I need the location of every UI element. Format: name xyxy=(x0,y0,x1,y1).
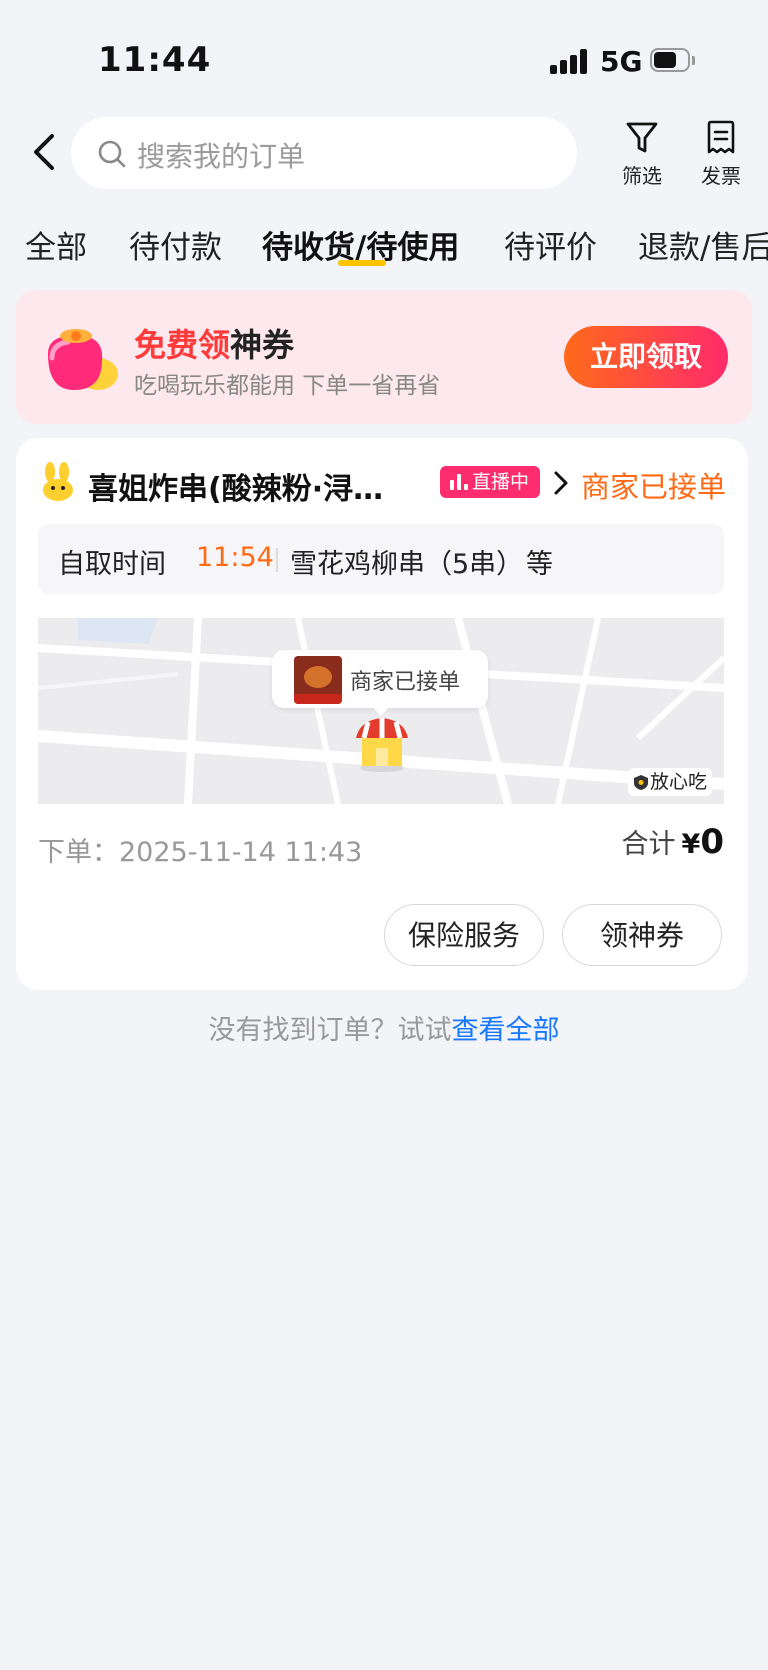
tab-refund[interactable]: 退款/售后 xyxy=(638,222,768,267)
item-more: 等 xyxy=(526,549,553,580)
tab-all[interactable]: 全部 xyxy=(25,222,87,267)
battery-icon xyxy=(650,48,696,74)
invoice-icon xyxy=(707,120,735,154)
chevron-right-icon[interactable] xyxy=(553,470,569,496)
total-amount: 0 xyxy=(700,822,724,862)
empty-hint: 没有找到订单？试试查看全部 xyxy=(0,1008,768,1047)
promo-title-rest: 神券 xyxy=(230,326,295,364)
insurance-button[interactable]: 保险服务 xyxy=(384,904,544,966)
map-store-bubble: 商家已接单 xyxy=(272,650,488,716)
shop-logo-icon xyxy=(43,462,73,501)
store-map[interactable]: 商家已接单 放心吃 xyxy=(38,618,724,804)
filter-icon xyxy=(626,122,658,153)
back-button[interactable] xyxy=(30,132,60,172)
pickup-info: 自取时间 11:54 雪花鸡柳串（5串） 等 xyxy=(38,524,724,594)
chevron-left-icon xyxy=(34,134,54,170)
get-coupon-button[interactable]: 领神券 xyxy=(562,904,722,966)
status-time: 11:44 xyxy=(98,40,212,80)
lucky-bag-icon xyxy=(48,329,118,390)
item-summary: 雪花鸡柳串（5串） xyxy=(290,549,524,580)
shield-icon xyxy=(634,775,648,790)
order-total: 合计 ¥0 xyxy=(622,822,724,862)
live-badge[interactable]: 直播中 xyxy=(440,466,540,498)
filter-label: 筛选 xyxy=(622,164,662,188)
promo-title: 免费领神券 xyxy=(134,320,294,366)
invoice-button[interactable]: 发票 xyxy=(686,120,756,189)
tab-active-indicator xyxy=(338,260,386,266)
tab-to-review[interactable]: 待评价 xyxy=(504,222,597,267)
safe-badge-label: 放心吃 xyxy=(650,771,708,793)
filter-button[interactable]: 筛选 xyxy=(607,120,677,189)
divider xyxy=(276,548,278,572)
total-label: 合计 xyxy=(621,829,676,860)
order-date: 下单：2025-11-14 11:43 xyxy=(38,837,363,868)
pickup-label: 自取时间 xyxy=(58,549,166,580)
search-input[interactable]: 搜索我的订单 xyxy=(71,117,577,189)
live-bars-icon xyxy=(450,474,468,490)
claim-coupon-button[interactable]: 立即领取 xyxy=(564,326,728,388)
store-icon xyxy=(356,718,408,772)
pickup-time: 11:54 xyxy=(196,542,274,573)
search-placeholder: 搜索我的订单 xyxy=(137,140,306,173)
store-thumbnail xyxy=(294,656,342,704)
safe-eat-badge: 放心吃 xyxy=(628,768,712,796)
live-badge-label: 直播中 xyxy=(472,471,530,493)
view-all-link[interactable]: 查看全部 xyxy=(452,1015,560,1046)
signal-icon xyxy=(550,48,590,74)
invoice-label: 发票 xyxy=(701,164,741,188)
shop-name[interactable]: 喜姐炸串(酸辣粉·浔… xyxy=(88,464,383,508)
coupon-banner[interactable]: 免费领神券 吃喝玩乐都能用 下单一省再省 立即领取 xyxy=(16,290,752,424)
promo-title-highlight: 免费领 xyxy=(134,326,231,364)
order-card[interactable]: 喜姐炸串(酸辣粉·浔… 直播中 商家已接单 自取时间 11:54 雪花鸡柳串（5… xyxy=(16,438,748,990)
promo-subtitle: 吃喝玩乐都能用 下单一省再省 xyxy=(134,373,441,399)
order-status: 商家已接单 xyxy=(581,470,727,504)
currency-symbol: ¥ xyxy=(681,829,701,860)
network-label: 5G xyxy=(600,45,643,78)
map-bubble-label: 商家已接单 xyxy=(350,670,461,695)
search-icon xyxy=(98,140,126,168)
empty-hint-text: 没有找到订单？试试 xyxy=(208,1015,452,1046)
tab-pending-payment[interactable]: 待付款 xyxy=(129,222,222,267)
